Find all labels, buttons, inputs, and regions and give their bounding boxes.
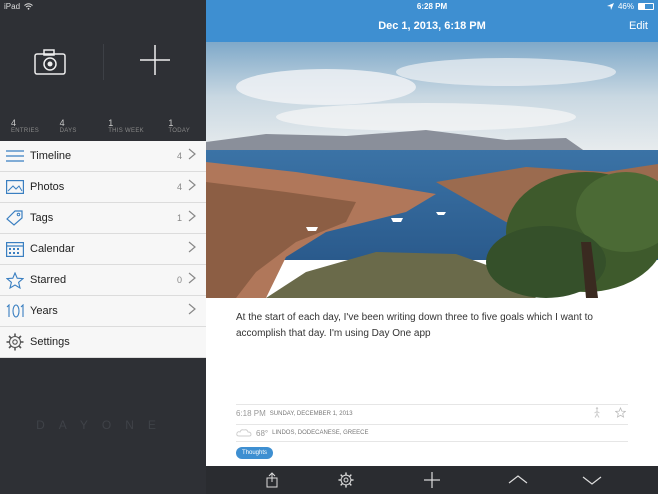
sidebar-item-label: Starred — [30, 274, 67, 286]
share-icon[interactable] — [264, 472, 280, 488]
sidebar-item-count: 4 — [176, 182, 182, 192]
stat-today: 1 TODAY — [157, 118, 206, 134]
device-label: iPad — [4, 2, 21, 11]
stat-label: THIS WEEK — [108, 128, 144, 134]
sidebar-item-settings[interactable]: Settings — [0, 327, 206, 358]
entry-body[interactable]: At the start of each day, I've been writ… — [236, 310, 631, 342]
location-name: LINDOS, DODECANESE, GREECE — [272, 430, 369, 436]
chevron-up-icon[interactable] — [508, 472, 528, 488]
bottom-toolbar — [206, 466, 658, 494]
sidebar-item-label: Calendar — [30, 243, 75, 255]
sidebar-item-starred[interactable]: Starred 0 — [0, 265, 206, 296]
sidebar-item-label: Photos — [30, 181, 65, 193]
star-icon — [0, 265, 30, 296]
entry-date-title: Dec 1, 2013, 6:18 PM — [378, 20, 486, 32]
entry-date: SUNDAY, DECEMBER 1, 2013 — [269, 410, 353, 417]
new-entry-button[interactable] — [135, 40, 175, 80]
battery-icon — [638, 3, 654, 10]
chevron-right-icon — [188, 240, 206, 258]
entry-meta-datetime: 6:18 PM SUNDAY, DECEMBER 1, 2013 — [236, 404, 628, 422]
chevron-right-icon — [188, 209, 206, 227]
edit-button[interactable]: Edit — [629, 20, 648, 32]
divider — [103, 44, 104, 80]
status-time: 6:28 PM — [416, 2, 448, 11]
gear-icon[interactable] — [338, 472, 354, 488]
stats-bar: 4 ENTRIES 4 DAYS 1 THIS WEEK 1 TODAY — [0, 118, 206, 134]
sidebar: iPad 4 ENTRIES 4 DAYS 1 THIS WEEK 1 TODA… — [0, 0, 206, 494]
sidebar-item-calendar[interactable]: Calendar — [0, 234, 206, 265]
stat-value: 1 — [168, 118, 174, 128]
stat-days: 4 DAYS — [49, 118, 98, 134]
plus-icon[interactable] — [424, 472, 440, 488]
sidebar-item-label: Tags — [30, 212, 54, 224]
status-bar-left: iPad — [0, 0, 206, 13]
entry-panel: 6:28 PM 46% Dec 1, 2013, 6:18 PM Edit At… — [206, 0, 658, 494]
stat-value: 4 — [11, 118, 17, 128]
stat-entries: 4 ENTRIES — [0, 118, 49, 134]
battery-percent: 46% — [617, 2, 634, 11]
gear-icon — [0, 327, 30, 358]
chevron-right-icon — [188, 147, 206, 165]
stat-label: ENTRIES — [11, 128, 40, 134]
sidebar-item-timeline[interactable]: Timeline 4 — [0, 141, 206, 172]
nav-bar: 6:28 PM 46% Dec 1, 2013, 6:18 PM Edit — [206, 0, 658, 42]
sidebar-item-label: Years — [30, 305, 58, 317]
sidebar-item-count: 4 — [176, 151, 182, 161]
entry-time: 6:18 PM — [236, 409, 266, 418]
sidebar-item-count: 1 — [176, 213, 182, 223]
cloud-icon — [236, 428, 252, 439]
sidebar-item-label: Settings — [30, 336, 70, 348]
entry-meta-weather: 68° LINDOS, DODECANESE, GREECE — [236, 424, 628, 442]
temperature: 68° — [256, 428, 269, 438]
walking-icon[interactable] — [593, 407, 601, 420]
sidebar-menu: Timeline 4 Photos 4 Tags 1 Calendar Star… — [0, 141, 206, 358]
dayone-logo: DAYONE — [36, 418, 170, 432]
status-bar-right: 46% — [606, 0, 654, 13]
entry-photo[interactable] — [206, 42, 658, 298]
tag-badge[interactable]: Thoughts — [236, 447, 274, 459]
sidebar-item-label: Timeline — [30, 150, 72, 162]
camera-button[interactable] — [30, 44, 70, 78]
photos-icon — [0, 172, 30, 203]
sidebar-item-tags[interactable]: Tags 1 — [0, 203, 206, 234]
chevron-down-icon[interactable] — [582, 472, 602, 488]
chevron-right-icon — [188, 302, 206, 320]
sidebar-item-years[interactable]: Years — [0, 296, 206, 327]
wifi-icon — [24, 3, 33, 10]
tag-icon — [0, 203, 30, 234]
sidebar-item-count: 0 — [176, 275, 182, 285]
stat-value: 4 — [59, 118, 65, 128]
sidebar-item-photos[interactable]: Photos 4 — [0, 172, 206, 203]
star-icon[interactable] — [614, 406, 627, 420]
camera-icon — [34, 49, 66, 75]
calendar-icon — [0, 234, 30, 265]
location-arrow-icon — [606, 3, 614, 10]
chevron-right-icon — [188, 178, 206, 196]
plus-icon — [140, 45, 170, 75]
years-icon — [0, 296, 30, 327]
stat-label: TODAY — [168, 128, 191, 134]
stat-value: 1 — [108, 118, 114, 128]
timeline-icon — [0, 141, 30, 172]
stat-this-week: 1 THIS WEEK — [97, 118, 157, 134]
stat-label: DAYS — [59, 128, 77, 134]
chevron-right-icon — [188, 271, 206, 289]
quick-actions — [0, 30, 206, 94]
